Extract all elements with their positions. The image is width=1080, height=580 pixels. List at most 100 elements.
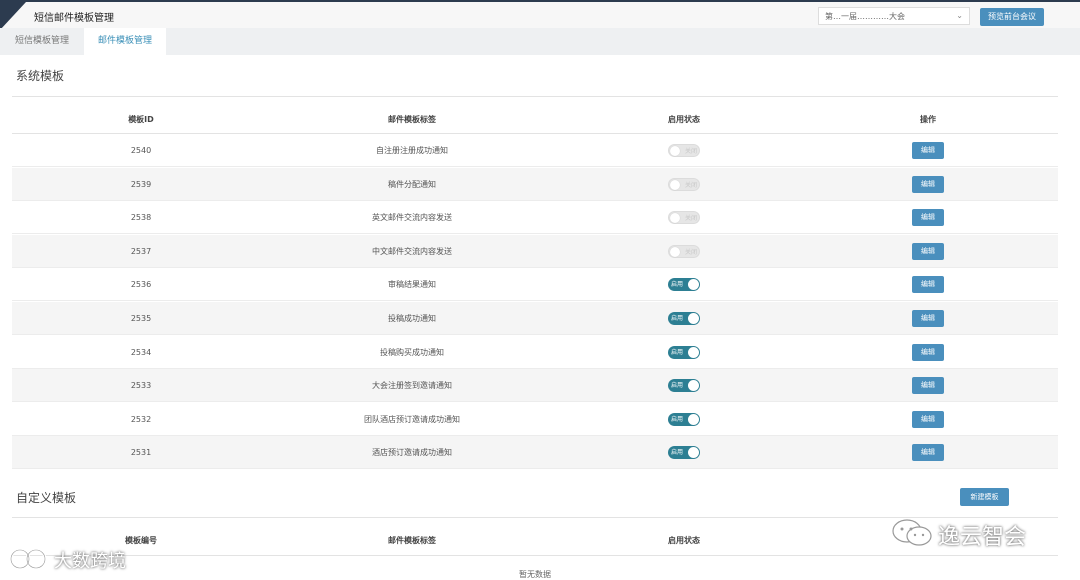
status-toggle-label: 关闭 <box>685 181 698 189</box>
column-header-label: 邮件模板标签 <box>388 536 436 545</box>
toggle-knob <box>670 179 680 190</box>
template-id: 2536 <box>130 280 152 290</box>
edit-button[interactable]: 编辑 <box>912 175 944 193</box>
template-id: 2531 <box>130 448 152 458</box>
actions-cell: 编辑 <box>876 268 980 301</box>
actions-cell: 编辑 <box>876 369 980 402</box>
template-label: 投稿成功通知 <box>388 314 436 323</box>
template-label: 英文邮件交流内容发送 <box>372 213 452 223</box>
table-row: 2540 自注册注册成功通知 关闭 编辑 <box>12 134 1058 167</box>
template-id: 2537 <box>130 246 152 256</box>
top-bar: 短信邮件模板管理 第…一届…………大会 ⌄ 预览前台会议 <box>0 0 1080 30</box>
status-toggle[interactable]: 关闭 <box>668 211 700 225</box>
system-templates-title: 系统模板 <box>16 69 65 83</box>
table-row: 2539 稿件分配通知 关闭 编辑 <box>12 167 1058 201</box>
conference-select-value: 第…一届…………大会 <box>825 12 905 21</box>
toggle-knob <box>688 279 699 291</box>
status-toggle[interactable]: 启用 <box>668 345 700 359</box>
actions-cell: 编辑 <box>876 436 980 469</box>
edit-button[interactable]: 编辑 <box>912 343 944 361</box>
template-label: 稿件分配通知 <box>388 179 436 189</box>
brand-corner-icon <box>0 2 26 30</box>
status-toggle[interactable]: 启用 <box>668 312 700 325</box>
toggle-knob <box>688 413 699 425</box>
status-toggle-label: 启用 <box>671 449 684 457</box>
tab-email-templates[interactable]: 邮件模板管理 <box>84 28 166 55</box>
template-id: 2535 <box>130 314 152 323</box>
actions-cell: 编辑 <box>876 168 980 201</box>
status-cell: 启用 <box>634 369 734 402</box>
template-label: 审稿结果通知 <box>388 280 436 290</box>
edit-button[interactable]: 编辑 <box>912 444 944 462</box>
template-label: 酒店预订邀请成功通知 <box>372 448 452 458</box>
edit-button[interactable]: 编辑 <box>912 209 944 227</box>
tab-bar: 短信模板管理 邮件模板管理 <box>0 28 1080 55</box>
status-toggle-label: 启用 <box>671 348 684 356</box>
edit-button[interactable]: 编辑 <box>912 142 944 159</box>
toggle-knob <box>688 313 699 324</box>
edit-button[interactable]: 编辑 <box>912 410 944 428</box>
chevron-down-icon: ⌄ <box>956 11 963 20</box>
status-toggle-label: 启用 <box>671 315 684 322</box>
preview-conference-button[interactable]: 预览前台会议 <box>980 8 1044 26</box>
edit-button[interactable]: 编辑 <box>912 377 944 395</box>
actions-cell: 编辑 <box>876 235 980 268</box>
edit-button[interactable]: 编辑 <box>912 276 944 294</box>
actions-cell: 编辑 <box>876 134 980 167</box>
table-row: 2537 中文邮件交流内容发送 关闭 编辑 <box>12 234 1058 268</box>
template-label: 中文邮件交流内容发送 <box>372 246 452 256</box>
actions-cell: 编辑 <box>876 302 980 335</box>
template-id: 2539 <box>130 179 152 189</box>
status-cell: 关闭 <box>634 134 734 167</box>
status-toggle-label: 启用 <box>671 281 684 289</box>
toggle-knob <box>670 146 680 156</box>
watermark-right: 逸云智会 <box>938 525 1027 550</box>
template-label: 投稿购买成功通知 <box>380 347 444 357</box>
status-toggle[interactable]: 启用 <box>668 412 700 426</box>
tab-sms-templates[interactable]: 短信模板管理 <box>0 28 84 55</box>
status-toggle-label: 关闭 <box>685 248 698 256</box>
main-panel: 系统模板 模板ID 邮件模板标签 启用状态 操作 2540 自注册注册成功通知 关闭… <box>0 55 1080 580</box>
template-id: 2538 <box>130 213 152 223</box>
conference-select[interactable]: 第…一届…………大会 ⌄ <box>818 7 970 25</box>
table-row: 2531 酒店预订邀请成功通知 启用 编辑 <box>12 436 1058 470</box>
new-template-button[interactable]: 新建模板 <box>960 488 1009 506</box>
column-header-id: 模板ID <box>128 115 154 124</box>
status-toggle[interactable]: 启用 <box>668 379 700 393</box>
actions-cell: 编辑 <box>876 403 980 436</box>
status-toggle[interactable]: 关闭 <box>668 244 700 258</box>
custom-templates-title: 自定义模板 <box>16 491 77 505</box>
status-toggle[interactable]: 启用 <box>668 278 700 292</box>
status-toggle[interactable]: 启用 <box>668 446 700 460</box>
status-toggle-label: 关闭 <box>685 215 698 223</box>
status-toggle[interactable]: 关闭 <box>668 177 700 191</box>
status-cell: 启用 <box>634 336 734 369</box>
status-cell: 关闭 <box>634 235 734 268</box>
toggle-knob <box>670 246 680 257</box>
column-header-actions: 操作 <box>920 115 936 124</box>
table-row: 2535 投稿成功通知 启用 编辑 <box>12 302 1058 335</box>
watermark-left: 大数跨境 <box>54 551 126 572</box>
template-id: 2533 <box>130 381 152 391</box>
status-toggle[interactable]: 关闭 <box>668 144 700 157</box>
template-id: 2534 <box>130 347 152 357</box>
column-header-status: 启用状态 <box>668 115 700 124</box>
status-cell: 启用 <box>634 403 734 436</box>
page-title: 短信邮件模板管理 <box>34 13 114 24</box>
watermark-logo-icon <box>9 548 47 570</box>
table-row: 2534 投稿购买成功通知 启用 编辑 <box>12 336 1058 369</box>
actions-cell: 编辑 <box>876 336 980 369</box>
table-row: 2538 英文邮件交流内容发送 关闭 编辑 <box>12 201 1058 235</box>
template-label: 自注册注册成功通知 <box>376 146 448 155</box>
toggle-knob <box>688 380 699 392</box>
edit-button[interactable]: 编辑 <box>912 242 944 260</box>
actions-cell: 编辑 <box>876 201 980 234</box>
template-id: 2540 <box>130 146 152 155</box>
edit-button[interactable]: 编辑 <box>912 310 944 327</box>
toggle-knob <box>688 447 699 459</box>
column-header-number: 模板编号 <box>125 536 157 545</box>
toggle-knob <box>670 213 680 224</box>
template-label: 大会注册签到邀请通知 <box>372 381 452 391</box>
table-row: 2532 团队酒店预订邀请成功通知 启用 编辑 <box>12 403 1058 436</box>
table-row: 2533 大会注册签到邀请通知 启用 编辑 <box>12 369 1058 403</box>
